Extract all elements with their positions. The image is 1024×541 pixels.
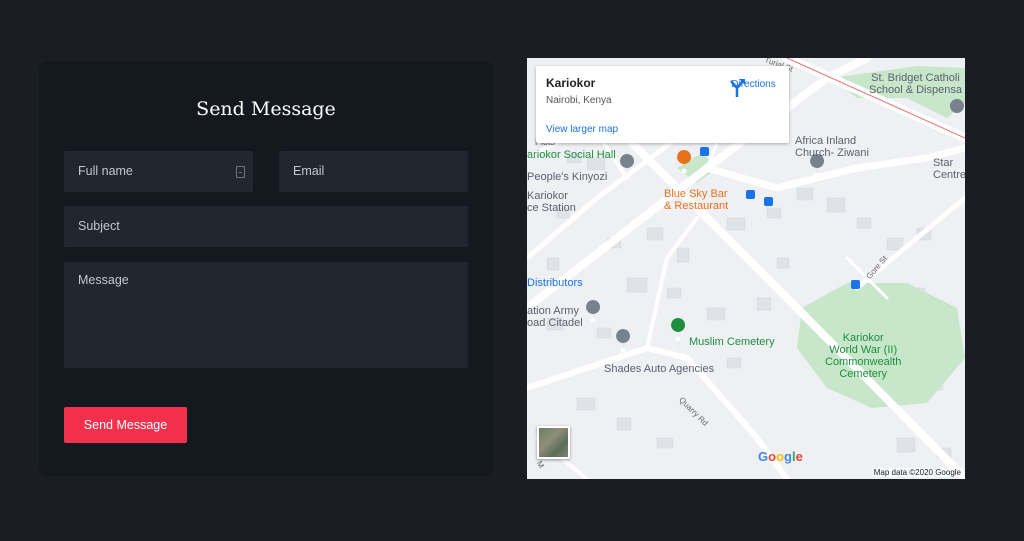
map-label-kariokor-cemetery: Kariokor World War (II) Commonwealth Cemete…	[825, 332, 902, 380]
message-placeholder: Message	[78, 273, 129, 287]
message-textarea[interactable]: Message	[64, 262, 468, 368]
map-label-star-centre: Star Centre	[933, 157, 965, 181]
place-name: Kariokor	[546, 76, 596, 90]
place-info-card: Kariokor Nairobi, Kenya View larger map …	[536, 66, 789, 143]
directions-button[interactable]: Directions	[726, 76, 781, 97]
subject-placeholder: Subject	[78, 219, 120, 233]
satellite-toggle[interactable]	[537, 426, 570, 459]
map-attribution: Map data ©2020 Google	[871, 468, 963, 477]
map-label-blue-sky: Blue Sky Bar & Restaurant	[664, 188, 729, 212]
contact-card-icon[interactable]	[236, 166, 245, 178]
map-embed[interactable]: St. Bridget Catholi School & Dispensa Afr…	[527, 58, 965, 479]
map-label-st-bridget: St. Bridget Catholi School & Dispensa	[869, 72, 962, 96]
full-name-input[interactable]: Full name	[64, 151, 253, 192]
email-input[interactable]: Email	[279, 151, 468, 192]
map-label-kariokor-station: Kariokor ce Station	[527, 190, 576, 214]
send-message-button[interactable]: Send Message	[64, 407, 187, 443]
place-address: Nairobi, Kenya	[546, 95, 612, 106]
subject-input[interactable]: Subject	[64, 206, 468, 247]
map-label-shades-auto: Shades Auto Agencies	[604, 363, 715, 375]
full-name-placeholder: Full name	[78, 164, 133, 178]
view-larger-map-link[interactable]: View larger map	[546, 124, 618, 135]
email-placeholder: Email	[293, 164, 325, 178]
form-title: Send Message	[196, 98, 336, 120]
contact-form-card: Send Message Full name Email Subject Mes…	[39, 61, 493, 476]
map-label-distributors: Distributors	[527, 277, 583, 289]
map-label-africa-inland: Africa Inland Church- Ziwani	[795, 135, 869, 159]
map-label-peoples-kinyozi: People's Kinyozi	[527, 171, 608, 183]
map-label-salvation-army: ation Army oad Citadel	[527, 305, 583, 329]
map-label-kariokor-social: ariokor Social Hall	[527, 149, 616, 161]
directions-icon	[730, 79, 745, 97]
map-label-muslim-cemetery: Muslim Cemetery	[689, 336, 775, 348]
google-logo: Google	[758, 449, 803, 464]
